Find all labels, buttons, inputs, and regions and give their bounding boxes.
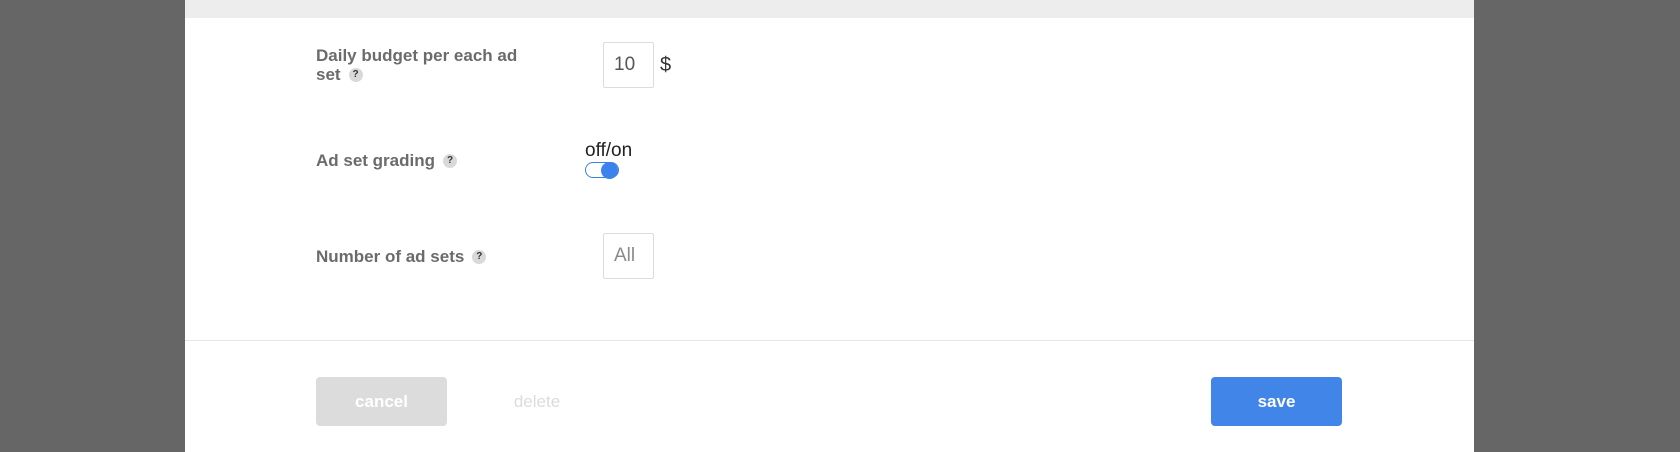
- toggle-knob: [601, 161, 618, 179]
- daily-budget-row: Daily budget per each ad set?: [316, 46, 536, 84]
- daily-budget-input[interactable]: 10: [603, 42, 654, 88]
- number-of-ad-sets-row: Number of ad sets?: [316, 247, 487, 266]
- cancel-button[interactable]: cancel: [316, 377, 447, 426]
- toggle-caption: off/on: [585, 140, 633, 161]
- number-of-ad-sets-label: Number of ad sets?: [316, 247, 487, 266]
- help-icon[interactable]: ?: [472, 249, 487, 264]
- save-button[interactable]: save: [1211, 377, 1342, 426]
- number-of-ad-sets-input[interactable]: All: [603, 233, 654, 279]
- ad-set-grading-toggle[interactable]: [585, 161, 619, 179]
- help-icon[interactable]: ?: [348, 67, 363, 82]
- footer-divider: [185, 340, 1474, 341]
- delete-button[interactable]: delete: [497, 377, 577, 426]
- currency-symbol: $: [660, 54, 672, 76]
- ad-set-grading-row: Ad set grading?: [316, 151, 458, 170]
- modal-header-band: [185, 0, 1474, 18]
- daily-budget-label: Daily budget per each ad set?: [316, 46, 518, 84]
- help-icon[interactable]: ?: [443, 153, 458, 168]
- settings-modal: Daily budget per each ad set? 10 $ Ad se…: [185, 0, 1474, 452]
- ad-set-grading-label: Ad set grading?: [316, 151, 458, 170]
